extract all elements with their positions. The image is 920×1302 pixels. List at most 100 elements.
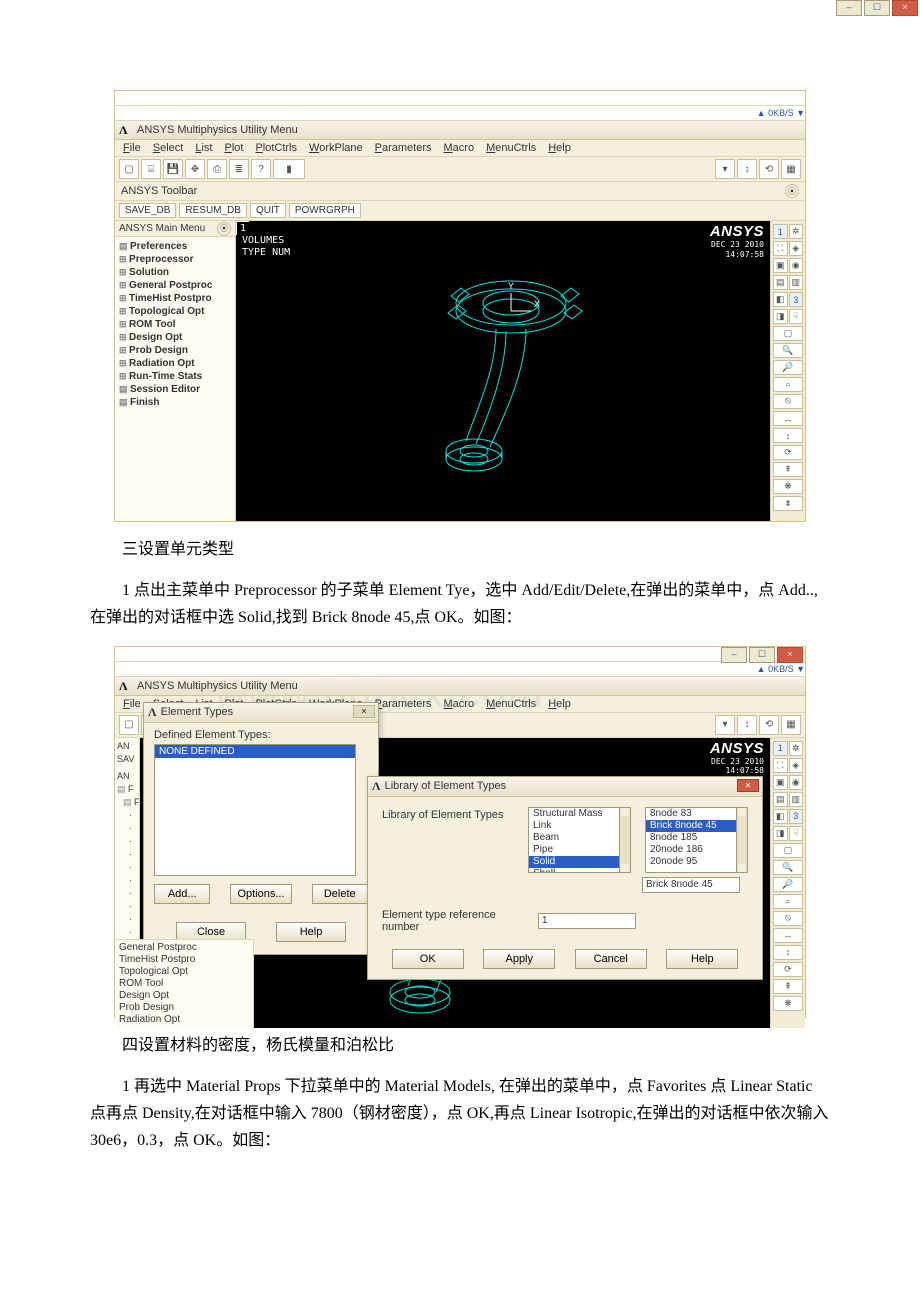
tree3-rom[interactable]: ROM Tool: [119, 978, 249, 990]
zoom-win-icon[interactable]: ⌕: [773, 377, 803, 392]
view-right-b-icon[interactable]: ◨: [773, 826, 788, 841]
tree3-general-postproc[interactable]: General Postproc: [119, 942, 249, 954]
tree3-design[interactable]: Design Opt: [119, 990, 249, 1002]
et-help-button[interactable]: Help: [276, 922, 346, 942]
graphics-window[interactable]: 1 VOLUMES TYPE NUM ANSYS DEC 23 2010 14:…: [236, 221, 770, 521]
tree-design-opt[interactable]: Design Opt: [119, 331, 231, 344]
rate-up-icon[interactable]: ⇞: [773, 462, 803, 477]
view-pick-b-icon[interactable]: ☟: [789, 826, 804, 841]
tree2-leaf3[interactable]: ·: [117, 835, 137, 848]
command-input[interactable]: ▮: [273, 159, 305, 179]
dropdown-icon-2[interactable]: ▾: [715, 715, 735, 735]
view-back-b-icon[interactable]: ◉: [789, 775, 804, 790]
menu-plotctrls[interactable]: PlotCtrls: [255, 142, 297, 154]
menu-plot[interactable]: Plot: [224, 142, 243, 154]
view-oblique-icon[interactable]: ◈: [789, 241, 804, 256]
rotate-icon[interactable]: ⟳: [773, 445, 803, 460]
tree2-f2[interactable]: F: [117, 796, 137, 809]
tree3-prob[interactable]: Prob Design: [119, 1002, 249, 1014]
window-maximize[interactable]: ☐: [864, 0, 890, 16]
tree2-leaf5[interactable]: ·: [117, 861, 137, 874]
menu-macro[interactable]: Macro: [444, 142, 475, 154]
view-box-b-icon[interactable]: ▢: [773, 843, 803, 858]
report-icon[interactable]: ≣: [229, 159, 249, 179]
lib-type-list[interactable]: 8node 83 Brick 8node 45 8node 185 20node…: [645, 807, 737, 873]
reset-icon-2[interactable]: ⟲: [759, 715, 779, 735]
lib-category-list[interactable]: Structural Mass Link Beam Pipe Solid She…: [528, 807, 620, 873]
main-menu-collapse-icon[interactable]: ⦿: [217, 222, 231, 236]
reset-icon[interactable]: ⟲: [759, 159, 779, 179]
tree3-rad[interactable]: Radiation Opt: [119, 1014, 249, 1026]
et-add-button[interactable]: Add...: [154, 884, 210, 904]
pan-lr-b-icon[interactable]: ↔: [773, 928, 803, 943]
tree2-leaf9[interactable]: ·: [117, 913, 137, 926]
zoom-in-b-icon[interactable]: 🔍: [773, 860, 803, 875]
new-icon-2[interactable]: ▢: [119, 715, 139, 735]
tree-solution[interactable]: Solution: [119, 266, 231, 279]
lib-type-3[interactable]: 20node 186: [646, 844, 736, 856]
window-close-2[interactable]: ×: [777, 647, 803, 663]
lib-cat-pipe[interactable]: Pipe: [529, 844, 619, 856]
view-left-icon[interactable]: ◧: [773, 292, 788, 307]
lib-cancel-button[interactable]: Cancel: [575, 949, 647, 969]
powrgrph-button[interactable]: POWRGRPH: [289, 203, 361, 218]
et-none-defined[interactable]: NONE DEFINED: [155, 745, 355, 758]
tree2-leaf4[interactable]: ·: [117, 848, 137, 861]
save-db-button[interactable]: SAVE_DB: [119, 203, 176, 218]
view-right-icon[interactable]: ◨: [773, 309, 788, 324]
tree2-leaf8[interactable]: ·: [117, 900, 137, 913]
menu-select[interactable]: Select: [153, 142, 184, 154]
lib-cat-link[interactable]: Link: [529, 820, 619, 832]
et-options-button[interactable]: Options...: [230, 884, 291, 904]
tree-prob-design[interactable]: Prob Design: [119, 344, 231, 357]
tree-session-editor[interactable]: Session Editor: [119, 383, 231, 396]
view-top-b-icon[interactable]: ▤: [773, 792, 788, 807]
lib-type-0[interactable]: 8node 83: [646, 808, 736, 820]
menu-list[interactable]: List: [195, 142, 212, 154]
tree2-leaf1[interactable]: ·: [117, 809, 137, 822]
contact-icon-2[interactable]: ▦: [781, 715, 801, 735]
tree-preprocessor[interactable]: Preprocessor: [119, 253, 231, 266]
lib-cat-solid[interactable]: Solid: [529, 856, 619, 868]
tree-timehist-postpro[interactable]: TimeHist Postpro: [119, 292, 231, 305]
view-pick-icon[interactable]: ☟: [789, 309, 804, 324]
lib-cat-mass[interactable]: Structural Mass: [529, 808, 619, 820]
menu-file[interactable]: File: [123, 142, 141, 154]
tree-finish[interactable]: Finish: [119, 396, 231, 409]
menu-file-2[interactable]: File: [123, 698, 141, 710]
lib-type-1[interactable]: Brick 8node 45: [646, 820, 736, 832]
raise-hidden-icon-2[interactable]: ↕: [737, 715, 757, 735]
pan-icon[interactable]: ✥: [185, 159, 205, 179]
lib-cat-scroll[interactable]: [620, 807, 631, 873]
window-close[interactable]: ×: [892, 0, 918, 16]
toolbar-collapse-icon[interactable]: ⦿: [785, 184, 799, 198]
lib-type-4[interactable]: 20node 95: [646, 856, 736, 868]
save-icon[interactable]: 💾: [163, 159, 183, 179]
view-front-b-icon[interactable]: ▣: [773, 775, 788, 790]
view-3[interactable]: 3: [789, 292, 804, 307]
pan-left-right-icon[interactable]: ↔: [773, 411, 803, 426]
tree3-timehist[interactable]: TimeHist Postpro: [119, 954, 249, 966]
tree2-leaf7[interactable]: ·: [117, 887, 137, 900]
menu-help[interactable]: Help: [548, 142, 571, 154]
view-iso-b-icon[interactable]: ✲: [789, 741, 804, 756]
resum-db-button[interactable]: RESUM_DB: [179, 203, 247, 218]
lib-refnum-input[interactable]: 1: [538, 913, 636, 929]
quit-button[interactable]: QUIT: [250, 203, 286, 218]
tree2-f[interactable]: F: [117, 783, 137, 796]
tree-general-postproc[interactable]: General Postproc: [119, 279, 231, 292]
tree-preferences[interactable]: Preferences: [119, 240, 231, 253]
dyn-rotate-icon[interactable]: ❋: [773, 479, 803, 494]
zoom-out-b-icon[interactable]: 🔎: [773, 877, 803, 892]
tree-radiation-opt[interactable]: Radiation Opt: [119, 357, 231, 370]
et-listbox[interactable]: NONE DEFINED: [154, 744, 356, 876]
window-maximize-2[interactable]: ☐: [749, 647, 775, 663]
view-3-b[interactable]: 3: [789, 809, 804, 824]
lib-apply-button[interactable]: Apply: [483, 949, 555, 969]
tree-topological-opt[interactable]: Topological Opt: [119, 305, 231, 318]
pan-ud-b-icon[interactable]: ↕: [773, 945, 803, 960]
view-left-b-icon[interactable]: ◧: [773, 809, 788, 824]
pan-up-down-icon[interactable]: ↕: [773, 428, 803, 443]
view-1[interactable]: 1: [773, 224, 788, 239]
help-icon[interactable]: ?: [251, 159, 271, 179]
